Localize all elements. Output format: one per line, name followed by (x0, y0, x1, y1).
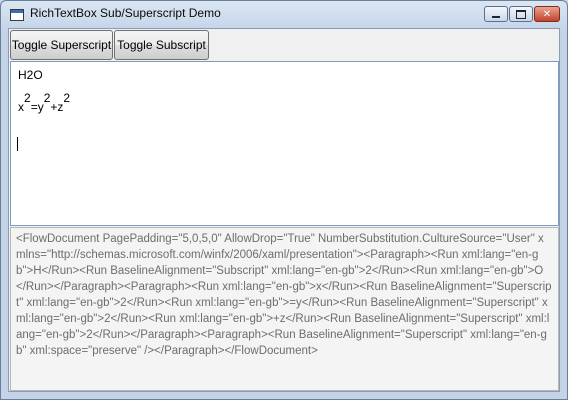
app-window: RichTextBox Sub/Superscript Demo ✕ Toggl… (0, 0, 568, 400)
xaml-output-textbox[interactable]: <FlowDocument PagePadding="5,0,5,0" Allo… (10, 227, 559, 391)
paragraph-2: x2=y2+z2 (18, 91, 70, 114)
run-eq-y: =y (30, 100, 44, 114)
run-superscript-3: 2 (63, 91, 71, 105)
text-caret (17, 137, 18, 151)
run-h: H (18, 68, 27, 82)
run-plus-z: +z (50, 100, 64, 114)
run-superscript-2: 2 (43, 91, 51, 105)
toggle-superscript-button[interactable]: Toggle Superscript (10, 30, 113, 60)
minimize-icon (492, 16, 500, 18)
window-icon (10, 9, 24, 21)
close-button[interactable]: ✕ (534, 6, 560, 22)
maximize-button[interactable] (509, 6, 533, 22)
paragraph-1: H2O (18, 68, 43, 82)
close-icon: ✕ (542, 8, 552, 20)
client-area: Toggle Superscript Toggle Subscript H2O … (8, 28, 560, 392)
minimize-button[interactable] (484, 6, 508, 22)
title-bar[interactable]: RichTextBox Sub/Superscript Demo ✕ (1, 1, 567, 28)
run-o: O (33, 68, 43, 82)
window-title: RichTextBox Sub/Superscript Demo (30, 6, 221, 20)
toggle-subscript-button[interactable]: Toggle Subscript (114, 30, 209, 60)
run-superscript-1: 2 (24, 91, 31, 105)
rich-text-editor[interactable]: H2O x2=y2+z2 (10, 61, 559, 226)
maximize-icon (516, 9, 526, 19)
